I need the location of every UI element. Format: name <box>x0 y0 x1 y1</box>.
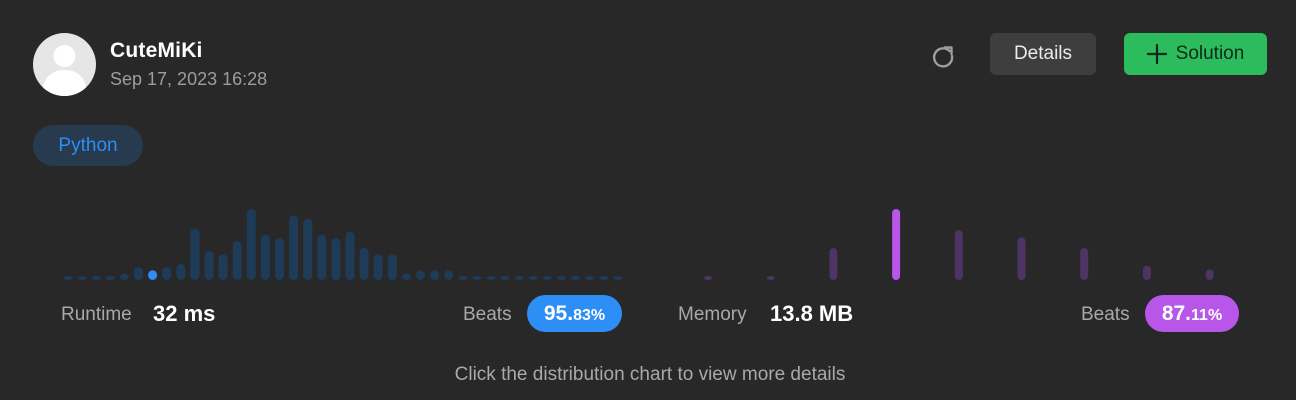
runtime-bar[interactable] <box>275 238 284 280</box>
runtime-label: Runtime <box>61 304 132 325</box>
memory-bar[interactable] <box>954 230 963 280</box>
runtime-bar[interactable] <box>91 276 101 280</box>
memory-bar[interactable] <box>1080 248 1089 280</box>
runtime-bar[interactable] <box>444 270 454 280</box>
runtime-beats-fraction: 83% <box>573 307 606 324</box>
runtime-bar[interactable] <box>599 276 609 280</box>
runtime-bar[interactable] <box>331 238 341 280</box>
memory-beats-label: Beats <box>1081 304 1130 325</box>
runtime-bar[interactable] <box>232 241 242 280</box>
distribution-charts[interactable] <box>0 0 1296 290</box>
runtime-bar[interactable] <box>500 276 510 280</box>
runtime-bar[interactable] <box>387 254 397 280</box>
runtime-bar[interactable] <box>77 276 87 280</box>
runtime-bar[interactable] <box>289 215 299 281</box>
runtime-bar[interactable] <box>430 270 440 280</box>
runtime-bar[interactable] <box>542 276 552 280</box>
runtime-bar[interactable] <box>162 267 172 280</box>
runtime-bar[interactable] <box>105 276 115 280</box>
runtime-value: 32 ms <box>153 301 216 326</box>
runtime-bar[interactable] <box>190 228 200 280</box>
runtime-bar[interactable] <box>246 209 256 280</box>
runtime-bar[interactable] <box>472 276 482 280</box>
runtime-bar[interactable] <box>458 276 468 280</box>
runtime-beats-whole: 95. <box>543 302 574 325</box>
memory-bar[interactable] <box>829 248 838 280</box>
distribution-hint: Click the distribution chart to view mor… <box>454 364 846 385</box>
runtime-beats-label: Beats <box>463 304 512 325</box>
runtime-bar[interactable] <box>613 276 623 280</box>
runtime-bar[interactable] <box>514 276 524 280</box>
memory-bar[interactable] <box>1205 269 1214 281</box>
runtime-bar[interactable] <box>176 263 186 280</box>
runtime-bar[interactable] <box>345 231 355 280</box>
runtime-bar[interactable] <box>585 276 595 280</box>
memory-bar[interactable] <box>1142 265 1151 280</box>
runtime-bar[interactable] <box>63 276 73 280</box>
memory-beats-fraction: 11% <box>1191 307 1223 324</box>
memory-value: 13.8 MB <box>770 301 854 326</box>
runtime-bar[interactable] <box>218 254 228 280</box>
runtime-bar[interactable] <box>416 270 425 280</box>
memory-bar[interactable] <box>704 276 712 280</box>
memory-beats-badge: 87. 11% <box>1145 295 1239 332</box>
memory-bar-current[interactable] <box>892 209 901 280</box>
runtime-bar[interactable] <box>119 273 129 281</box>
runtime-bar[interactable] <box>571 276 581 280</box>
runtime-bar[interactable] <box>317 234 327 280</box>
runtime-beats-badge: 95. 83% <box>527 295 622 332</box>
runtime-bar-current[interactable] <box>148 270 158 280</box>
runtime-bar[interactable] <box>359 247 369 280</box>
runtime-bar[interactable] <box>303 218 313 280</box>
memory-bar[interactable] <box>1017 237 1026 280</box>
runtime-bar[interactable] <box>373 254 383 280</box>
runtime-bar[interactable] <box>134 267 143 280</box>
runtime-bar[interactable] <box>401 273 411 281</box>
runtime-distribution-chart[interactable] <box>63 209 623 281</box>
memory-bar[interactable] <box>766 276 775 280</box>
memory-label: Memory <box>678 304 747 325</box>
runtime-bar[interactable] <box>486 276 496 280</box>
memory-distribution-chart[interactable] <box>704 209 1214 281</box>
memory-beats-whole: 87. <box>1161 302 1192 325</box>
runtime-bar[interactable] <box>528 276 538 280</box>
runtime-bar[interactable] <box>557 276 566 280</box>
runtime-bar[interactable] <box>260 234 270 280</box>
runtime-bar[interactable] <box>204 251 214 280</box>
